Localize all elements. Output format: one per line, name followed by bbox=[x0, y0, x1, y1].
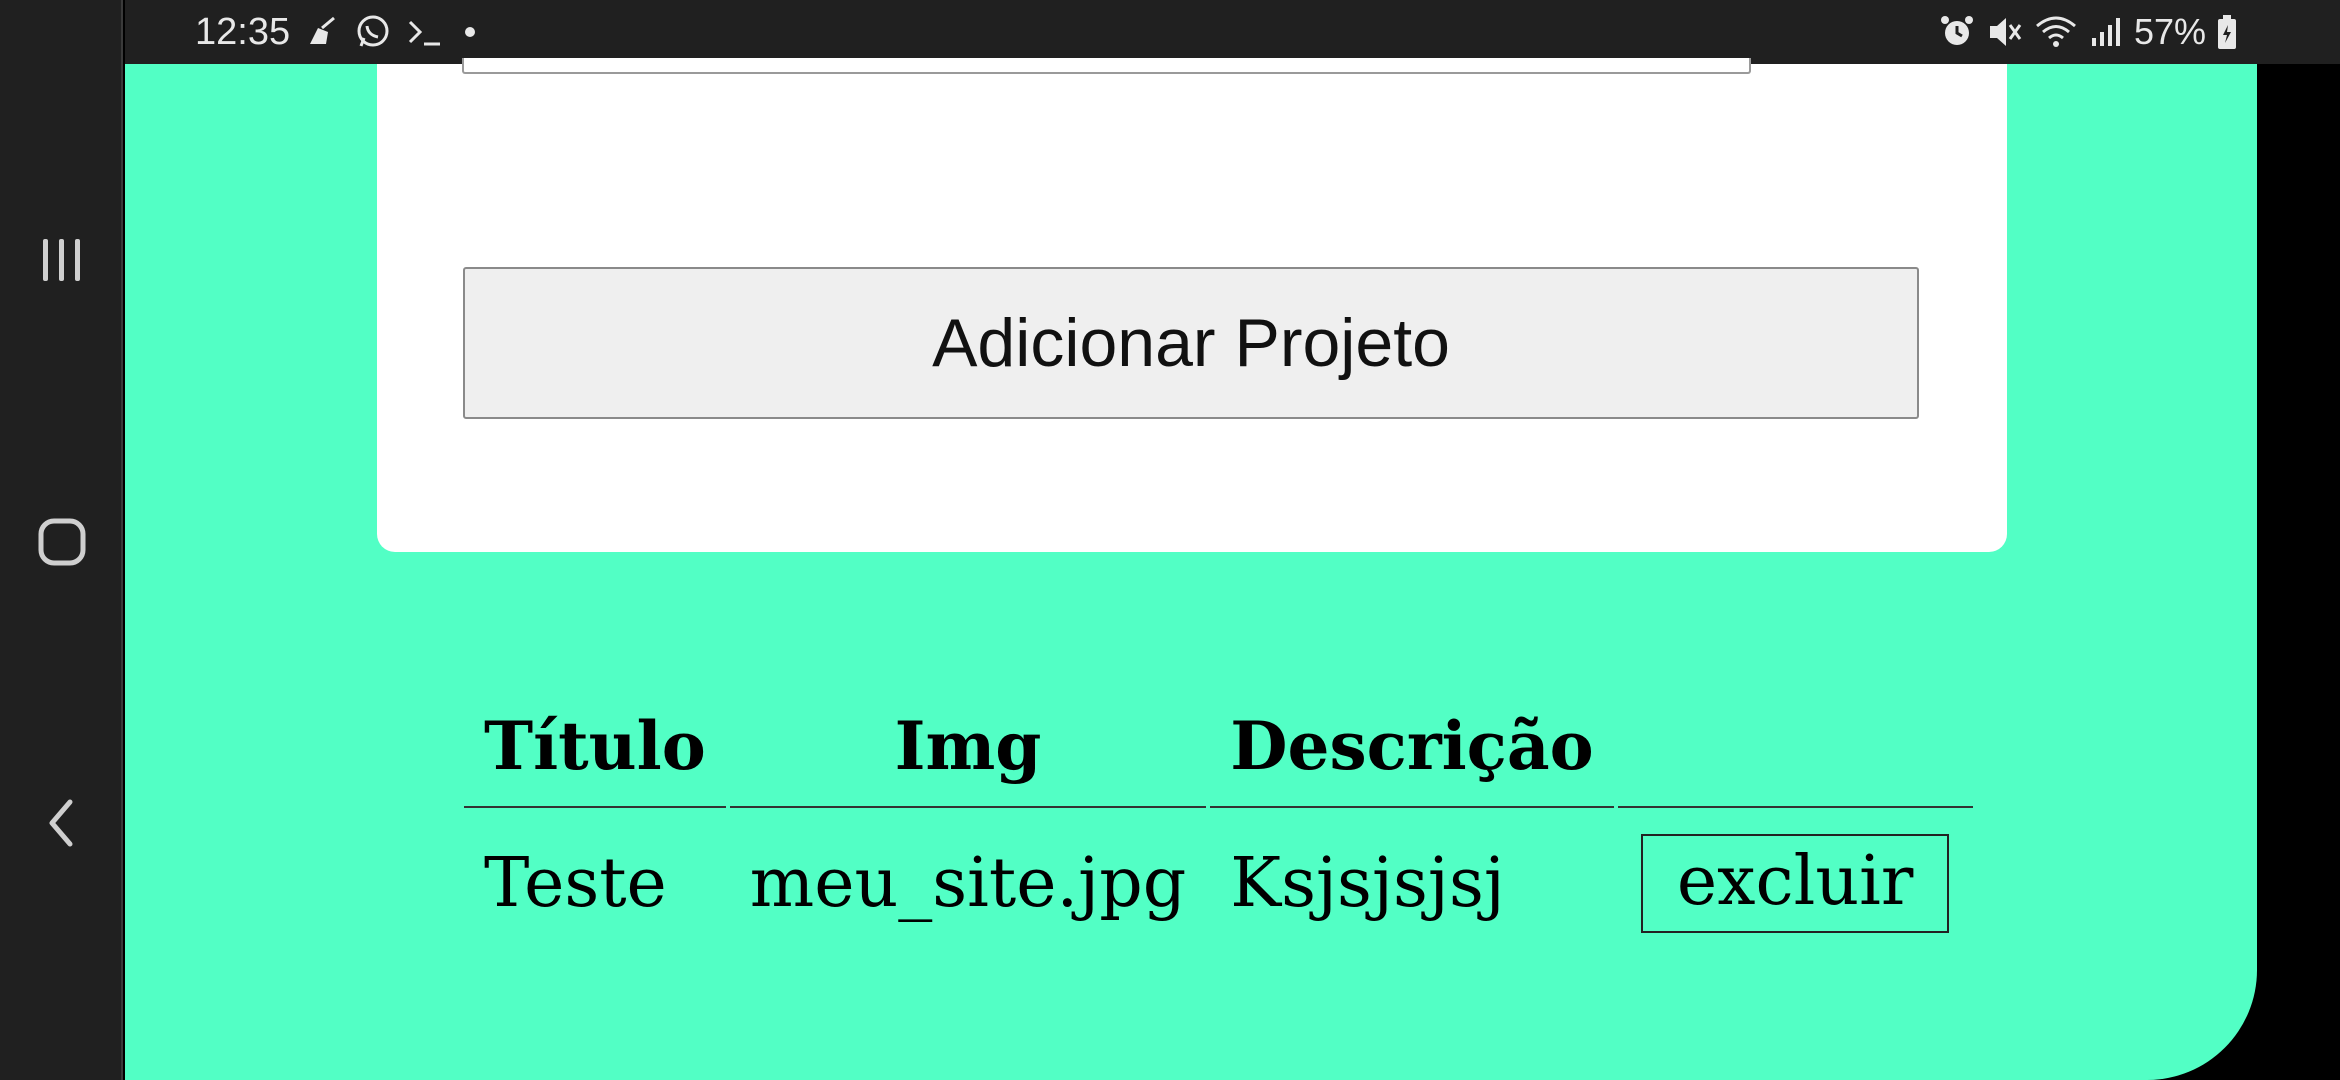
clock: 12:35 bbox=[195, 10, 291, 53]
signal-icon bbox=[2091, 18, 2120, 46]
home-icon bbox=[38, 518, 85, 566]
mute-icon bbox=[1989, 18, 2022, 46]
description-textarea[interactable] bbox=[462, 58, 1751, 74]
project-form-card: Adicionar Projeto bbox=[377, 58, 2007, 552]
column-header-img: Img bbox=[729, 686, 1207, 808]
recent-apps-button[interactable] bbox=[0, 200, 123, 320]
navigation-bar bbox=[0, 0, 123, 1080]
battery-percent: 57% bbox=[2133, 11, 2206, 52]
alarm-icon bbox=[1940, 16, 1973, 45]
cell-titulo: Teste bbox=[484, 843, 667, 923]
table-header-row: Título Img Descrição bbox=[464, 686, 1973, 808]
home-button[interactable] bbox=[0, 482, 123, 602]
terminal-icon bbox=[409, 20, 441, 46]
add-project-button[interactable]: Adicionar Projeto bbox=[463, 267, 1919, 419]
recent-apps-icon bbox=[42, 239, 80, 281]
dot-icon bbox=[465, 27, 476, 37]
back-icon bbox=[49, 799, 72, 847]
status-bar: 12:35 57% bbox=[125, 0, 2340, 64]
whatsapp-icon bbox=[357, 15, 389, 47]
table-row: Teste meu_site.jpg Ksjsjsjsj excluir bbox=[464, 808, 1973, 958]
column-header-actions bbox=[1617, 686, 1973, 808]
projects-table: Título Img Descrição Teste meu_site.jpg … bbox=[460, 686, 1977, 958]
column-header-titulo: Título bbox=[464, 686, 726, 808]
wifi-icon bbox=[2035, 16, 2076, 47]
cleaner-icon bbox=[310, 16, 336, 44]
delete-button[interactable]: excluir bbox=[1640, 833, 1950, 933]
battery-icon bbox=[2218, 15, 2236, 49]
column-header-descricao: Descrição bbox=[1210, 686, 1614, 808]
cell-descricao: Ksjsjsjsj bbox=[1230, 843, 1505, 923]
cell-actions: excluir bbox=[1618, 808, 1973, 958]
cell-img: meu_site.jpg bbox=[749, 843, 1187, 923]
app-content: Adicionar Projeto Título Img Descrição T… bbox=[125, 58, 2257, 1080]
back-button[interactable] bbox=[0, 763, 123, 883]
